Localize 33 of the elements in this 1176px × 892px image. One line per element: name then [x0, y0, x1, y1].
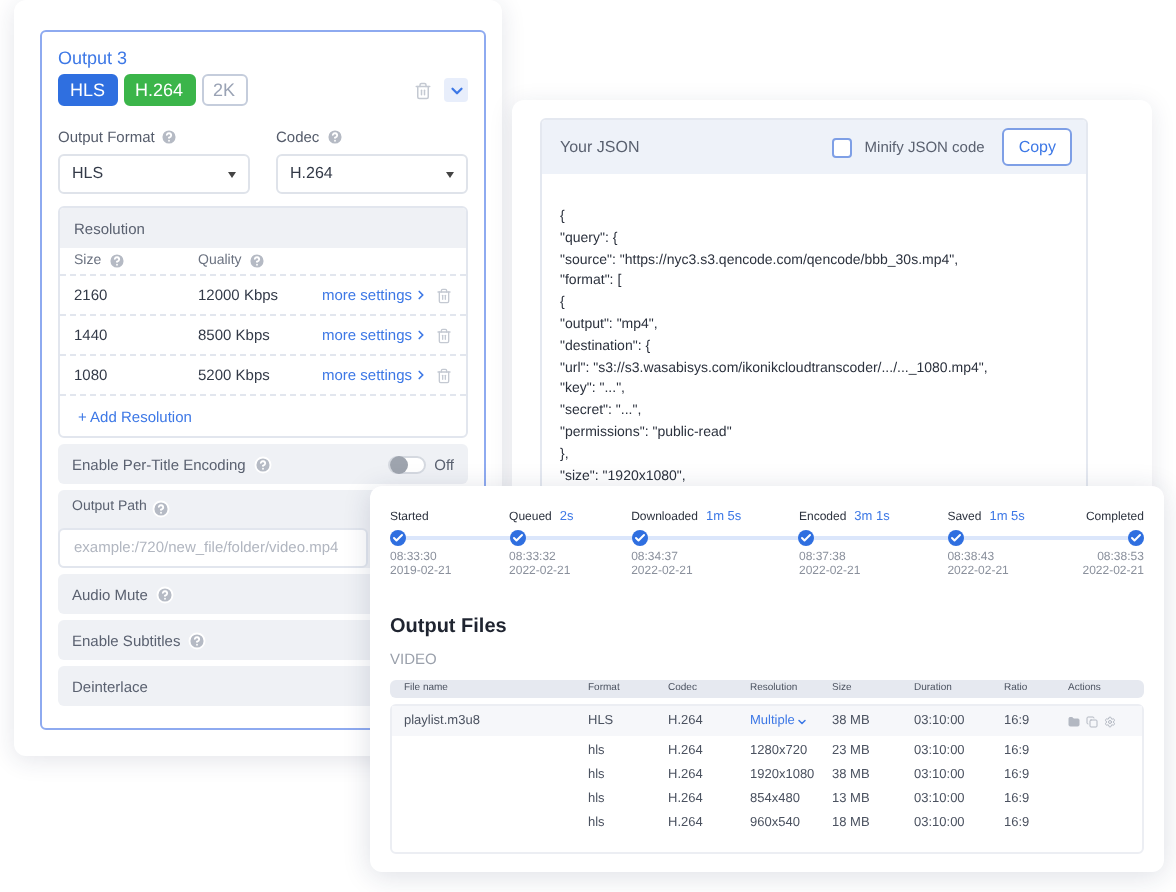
chevron-right-icon — [414, 328, 429, 343]
json-title: Your JSON — [560, 135, 640, 159]
chevron-right-icon — [414, 288, 429, 303]
help-icon — [188, 631, 207, 650]
output-files-title: Output Files — [390, 614, 509, 642]
minify-checkbox[interactable] — [832, 137, 853, 157]
format-tag: 2K — [201, 74, 248, 106]
trash-icon[interactable] — [436, 327, 452, 344]
format-tag: HLS — [58, 74, 118, 106]
help-icon — [253, 455, 272, 474]
select-field[interactable]: H.264 — [276, 154, 468, 195]
settings-icon[interactable] — [1104, 715, 1116, 728]
toggle-switch[interactable] — [388, 455, 427, 474]
copy-icon[interactable] — [1086, 715, 1098, 728]
trash-icon[interactable] — [436, 287, 452, 304]
trash-icon[interactable] — [436, 367, 452, 384]
collapse-button[interactable] — [444, 78, 468, 102]
help-icon — [247, 252, 266, 271]
dropdown-caret-icon — [446, 171, 454, 178]
output-title: Output 3 — [58, 46, 130, 70]
trash-icon[interactable] — [414, 81, 432, 99]
copy-button[interactable]: Copy — [1002, 128, 1072, 166]
help-icon — [325, 128, 344, 147]
folder-icon[interactable] — [1068, 715, 1080, 728]
help-icon — [152, 499, 171, 518]
select-field[interactable]: HLS — [58, 154, 250, 195]
chevron-right-icon — [414, 368, 429, 383]
format-tag: H.264 — [123, 74, 196, 106]
chevron-down-icon — [796, 715, 809, 728]
help-icon — [107, 252, 126, 271]
help-icon — [160, 128, 179, 147]
dropdown-caret-icon — [228, 171, 236, 178]
help-icon — [155, 585, 174, 604]
